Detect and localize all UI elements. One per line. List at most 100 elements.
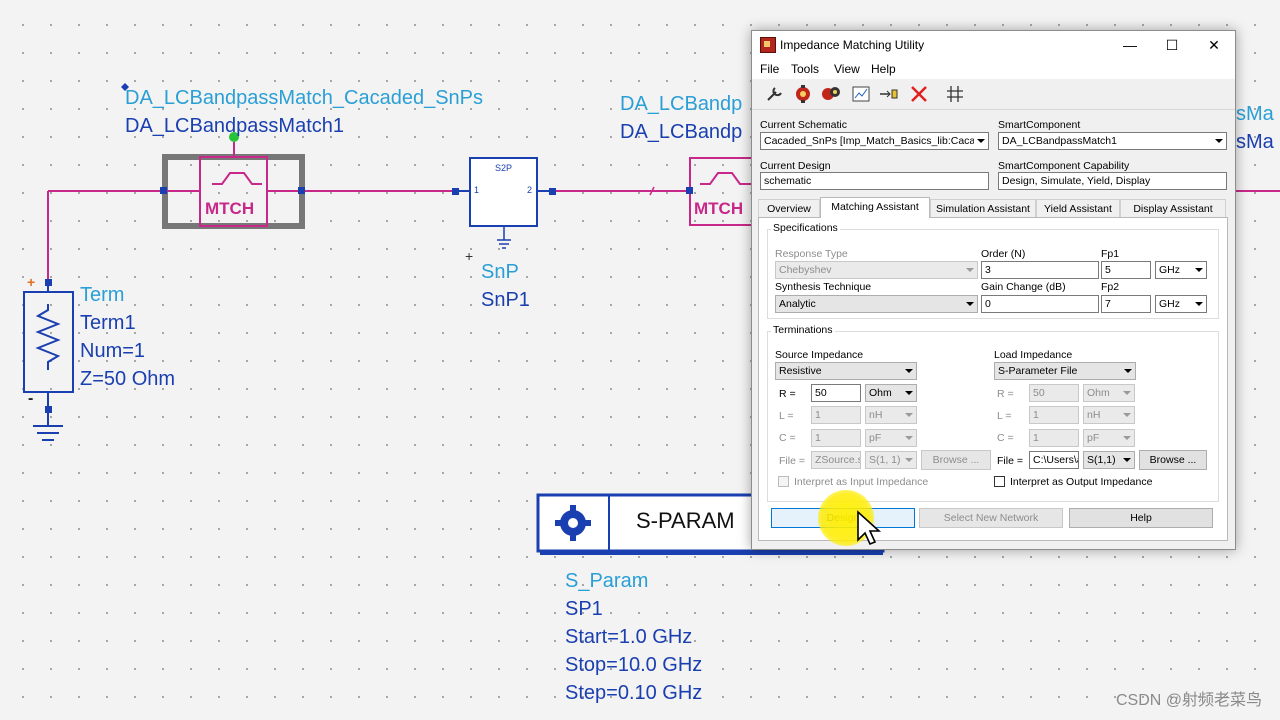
order-label: Order (N) bbox=[981, 248, 1026, 260]
minimize-button[interactable]: — bbox=[1109, 31, 1151, 59]
arrows-icon[interactable] bbox=[878, 84, 900, 104]
maximize-button[interactable]: ☐ bbox=[1151, 31, 1193, 59]
load-type-value: S-Parameter File bbox=[998, 365, 1078, 377]
tab-display-assistant[interactable]: Display Assistant bbox=[1120, 199, 1226, 217]
chevron-down-icon bbox=[902, 363, 916, 379]
response-type-select[interactable]: Chebyshev bbox=[775, 261, 978, 279]
gear-multi-icon[interactable] bbox=[820, 84, 842, 104]
interpret-input-checkbox[interactable] bbox=[778, 476, 789, 487]
source-param-select[interactable]: S(1, 1) bbox=[865, 451, 917, 469]
wrench-icon[interactable] bbox=[764, 84, 786, 104]
right-edge-label-1: sMa bbox=[1236, 103, 1274, 125]
tab-matching-assistant[interactable]: Matching Assistant bbox=[820, 197, 930, 218]
load-l-unit-select[interactable]: nH bbox=[1083, 406, 1135, 424]
order-field[interactable]: 3 bbox=[981, 261, 1099, 279]
source-c-unit-select[interactable]: pF bbox=[865, 429, 917, 447]
current-schematic-value: Cacaded_SnPs [Imp_Match_Basics_lib:Cacad… bbox=[764, 135, 987, 147]
tab-yield-assistant[interactable]: Yield Assistant bbox=[1036, 199, 1120, 217]
chevron-down-icon bbox=[902, 452, 916, 468]
chevron-down-icon bbox=[1120, 452, 1134, 468]
smartcomponent-select[interactable]: DA_LCBandpassMatch1 bbox=[998, 132, 1227, 150]
graph-icon[interactable] bbox=[850, 84, 872, 104]
current-schematic-select[interactable]: Cacaded_SnPs [Imp_Match_Basics_lib:Cacad… bbox=[760, 132, 989, 150]
term-minus: - bbox=[28, 390, 34, 407]
dialog-title: Impedance Matching Utility bbox=[780, 38, 925, 52]
fp2-label: Fp2 bbox=[1101, 281, 1120, 293]
sparam-label-5: Step=0.10 GHz bbox=[565, 682, 703, 704]
load-r-field[interactable]: 50 bbox=[1029, 384, 1079, 402]
synthesis-select[interactable]: Analytic bbox=[775, 295, 978, 313]
right-block-label-2: DA_LCBandp bbox=[620, 121, 743, 143]
load-r-unit-select[interactable]: Ohm bbox=[1083, 384, 1135, 402]
right-block-label-1: DA_LCBandp bbox=[620, 93, 743, 115]
chevron-down-icon bbox=[1212, 133, 1226, 149]
capability-field[interactable]: Design, Simulate, Yield, Display bbox=[998, 172, 1227, 190]
source-r-unit-select[interactable]: Ohm bbox=[865, 384, 917, 402]
fp1-field[interactable]: 5 bbox=[1101, 261, 1151, 279]
s2p-port-1: 1 bbox=[474, 185, 480, 195]
chevron-down-icon bbox=[1120, 430, 1134, 446]
toolbar bbox=[752, 79, 1235, 110]
source-c-unit-value: pF bbox=[869, 432, 882, 444]
load-l-label: L = bbox=[997, 410, 1012, 422]
load-file-field[interactable]: C:\Users\a bbox=[1029, 451, 1079, 469]
s2p-port-2: 2 bbox=[527, 185, 533, 195]
sparam-label-1: S_Param bbox=[565, 570, 649, 592]
source-c-label: C = bbox=[779, 432, 796, 444]
source-file-label: File = bbox=[779, 455, 805, 467]
tab-simulation-assistant[interactable]: Simulation Assistant bbox=[930, 199, 1036, 217]
chevron-down-icon bbox=[963, 262, 977, 278]
source-l-unit-value: nH bbox=[869, 409, 883, 421]
menu-tools[interactable]: Tools bbox=[791, 62, 819, 76]
response-type-value: Chebyshev bbox=[779, 264, 832, 276]
source-l-unit-select[interactable]: nH bbox=[865, 406, 917, 424]
interpret-output-checkbox[interactable] bbox=[994, 476, 1005, 487]
delete-icon[interactable] bbox=[908, 84, 930, 104]
fp1-unit-select[interactable]: GHz bbox=[1155, 261, 1207, 279]
select-new-network-button[interactable]: Select New Network bbox=[919, 508, 1063, 528]
s2p-box-text: S2P bbox=[495, 163, 513, 173]
gain-change-label: Gain Change (dB) bbox=[981, 281, 1066, 293]
source-r-field[interactable]: 50 bbox=[811, 384, 861, 402]
close-button[interactable]: ✕ bbox=[1193, 31, 1235, 59]
fp2-field[interactable]: 7 bbox=[1101, 295, 1151, 313]
left-block-symbol-text: MTCH bbox=[205, 199, 255, 218]
load-c-field[interactable]: 1 bbox=[1029, 429, 1079, 447]
chevron-down-icon bbox=[1120, 385, 1134, 401]
term-component[interactable] bbox=[23, 279, 74, 441]
gain-change-field[interactable]: 0 bbox=[981, 295, 1099, 313]
source-c-field[interactable]: 1 bbox=[811, 429, 861, 447]
chevron-down-icon bbox=[974, 133, 988, 149]
tab-overview[interactable]: Overview bbox=[758, 199, 820, 217]
load-r-label: R = bbox=[997, 388, 1014, 400]
right-edge-label-2: sMa bbox=[1236, 131, 1274, 153]
menu-bar: File Tools View Help bbox=[752, 59, 1235, 79]
term-label-2: Term1 bbox=[80, 312, 136, 334]
menu-help[interactable]: Help bbox=[871, 62, 896, 76]
load-file-label: File = bbox=[997, 455, 1023, 467]
fp2-unit-select[interactable]: GHz bbox=[1155, 295, 1207, 313]
fp1-unit-value: GHz bbox=[1159, 264, 1180, 276]
chevron-down-icon bbox=[902, 407, 916, 423]
impedance-matching-dialog: Impedance Matching Utility — ☐ ✕ File To… bbox=[751, 30, 1236, 550]
help-button[interactable]: Help bbox=[1069, 508, 1213, 528]
dialog-titlebar[interactable]: Impedance Matching Utility — ☐ ✕ bbox=[752, 31, 1235, 59]
menu-view[interactable]: View bbox=[834, 62, 860, 76]
current-design-field[interactable]: schematic bbox=[760, 172, 989, 190]
source-browse-button[interactable]: Browse ... bbox=[921, 450, 991, 470]
grid-icon[interactable] bbox=[944, 84, 966, 104]
load-type-select[interactable]: S-Parameter File bbox=[994, 362, 1136, 380]
s2p-label-1: SnP bbox=[481, 261, 519, 283]
source-l-field[interactable]: 1 bbox=[811, 406, 861, 424]
source-type-value: Resistive bbox=[779, 365, 822, 377]
source-type-select[interactable]: Resistive bbox=[775, 362, 917, 380]
load-l-field[interactable]: 1 bbox=[1029, 406, 1079, 424]
load-param-select[interactable]: S(1,1) bbox=[1083, 451, 1135, 469]
source-impedance-label: Source Impedance bbox=[775, 349, 864, 361]
current-design-label: Current Design bbox=[760, 160, 831, 172]
load-c-unit-select[interactable]: pF bbox=[1083, 429, 1135, 447]
source-file-field[interactable]: ZSource.s1 bbox=[811, 451, 861, 469]
load-browse-button[interactable]: Browse ... bbox=[1139, 450, 1207, 470]
gear-red-icon[interactable] bbox=[792, 84, 814, 104]
menu-file[interactable]: File bbox=[760, 62, 779, 76]
